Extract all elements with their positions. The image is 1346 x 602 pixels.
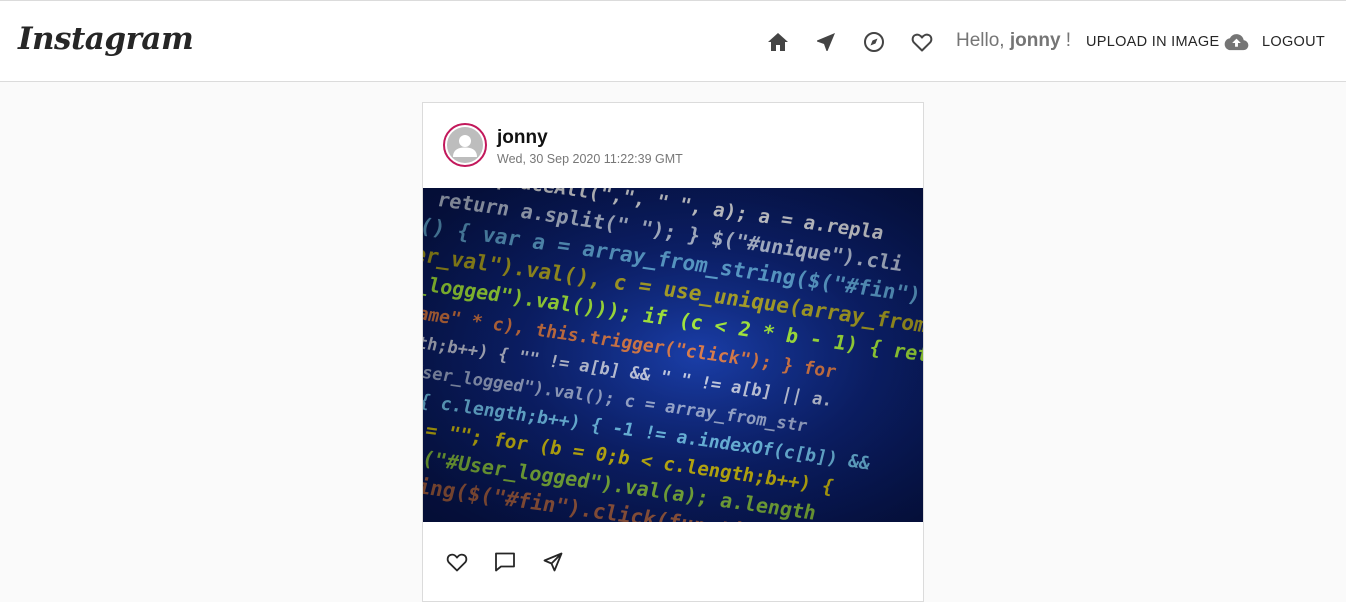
- home-icon[interactable]: [766, 30, 790, 54]
- like-icon[interactable]: [445, 550, 469, 574]
- upload-image-label: UPLOAD IN IMAGE: [1086, 34, 1220, 50]
- default-avatar-icon: [447, 127, 483, 163]
- greeting-prefix: Hello,: [956, 30, 1010, 51]
- comment-icon[interactable]: [493, 550, 517, 574]
- post-card: jonny Wed, 30 Sep 2020 11:22:39 GMT "); …: [422, 102, 924, 602]
- activity-heart-icon[interactable]: [910, 30, 934, 54]
- share-icon[interactable]: [541, 550, 565, 574]
- logout-button[interactable]: LOGOUT: [1262, 34, 1325, 50]
- greeting-text: Hello, jonny !: [956, 30, 1071, 52]
- top-navbar: Instagram Hello, jonny ! UPLOAD IN IMAGE…: [0, 0, 1346, 82]
- avatar[interactable]: [443, 123, 487, 167]
- greeting-username: jonny: [1009, 30, 1061, 51]
- post-image[interactable]: "); a = replaceAll(",", " ", a); a = a.r…: [423, 188, 923, 522]
- cloud-upload-icon: [1225, 34, 1249, 51]
- explore-icon[interactable]: [862, 30, 886, 54]
- post-timestamp: Wed, 30 Sep 2020 11:22:39 GMT: [497, 152, 683, 166]
- instagram-logo[interactable]: Instagram: [18, 17, 194, 61]
- greeting-suffix: !: [1060, 30, 1072, 51]
- upload-image-button[interactable]: UPLOAD IN IMAGE: [1086, 31, 1249, 53]
- post-username[interactable]: jonny: [497, 127, 548, 149]
- direct-icon[interactable]: [814, 30, 838, 54]
